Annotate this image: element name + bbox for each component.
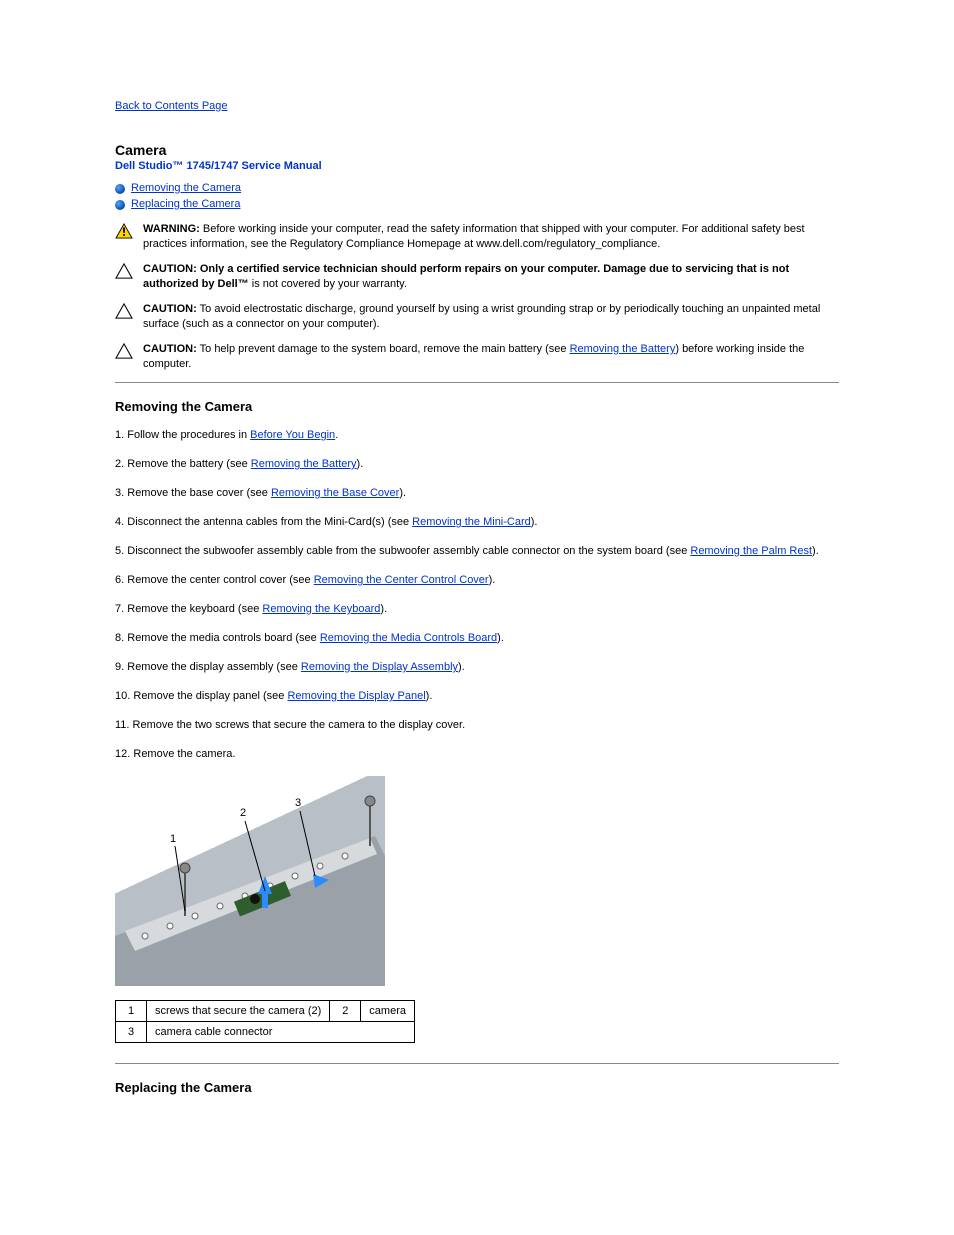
section-title-removing: Removing the Camera bbox=[115, 399, 839, 414]
caution-label: CAUTION: bbox=[143, 263, 197, 275]
step-link[interactable]: Before You Begin bbox=[250, 429, 335, 441]
step-link[interactable]: Removing the Display Panel bbox=[287, 690, 425, 702]
link-removing-camera[interactable]: Removing the Camera bbox=[131, 180, 241, 196]
top-anchor-list: Removing the Camera Replacing the Camera bbox=[115, 180, 839, 212]
caution-text: To avoid electrostatic discharge, ground… bbox=[143, 303, 820, 330]
table-row: 1 screws that secure the camera (2) 2 ca… bbox=[116, 1001, 415, 1022]
step-link[interactable]: Removing the Mini-Card bbox=[412, 516, 531, 528]
caution-notice: CAUTION: To help prevent damage to the s… bbox=[115, 342, 839, 372]
link-replacing-camera[interactable]: Replacing the Camera bbox=[131, 196, 240, 212]
step-link[interactable]: Removing the Center Control Cover bbox=[314, 574, 489, 586]
caution-icon bbox=[115, 303, 137, 322]
svg-text:1: 1 bbox=[170, 833, 176, 845]
step-link[interactable]: Removing the Palm Rest bbox=[690, 545, 812, 557]
callout-num: 2 bbox=[330, 1001, 361, 1022]
table-row: 3 camera cable connector bbox=[116, 1022, 415, 1043]
step: Remove the base cover (see Removing the … bbox=[115, 486, 839, 501]
warning-label: WARNING: bbox=[143, 223, 200, 235]
step: Disconnect the antenna cables from the M… bbox=[115, 515, 839, 530]
callout-desc: screws that secure the camera (2) bbox=[147, 1001, 330, 1022]
warning-text: Before working inside your computer, rea… bbox=[143, 223, 805, 250]
callout-num: 1 bbox=[116, 1001, 147, 1022]
caution-text-bold: Only a certified service technician shou… bbox=[143, 263, 789, 290]
svg-text:2: 2 bbox=[240, 807, 246, 819]
warning-icon bbox=[115, 223, 137, 242]
camera-figure: 1 2 3 bbox=[115, 776, 385, 986]
step: Remove the center control cover (see Rem… bbox=[115, 573, 839, 588]
warning-notice: WARNING: Before working inside your comp… bbox=[115, 222, 839, 252]
list-item: Replacing the Camera bbox=[115, 196, 839, 212]
step: Disconnect the subwoofer assembly cable … bbox=[115, 544, 839, 559]
section-title-replacing: Replacing the Camera bbox=[115, 1080, 839, 1095]
link-removing-battery[interactable]: Removing the Battery bbox=[570, 343, 676, 355]
caution-label: CAUTION: bbox=[143, 343, 197, 355]
svg-text:3: 3 bbox=[295, 797, 301, 809]
step: Follow the procedures in Before You Begi… bbox=[115, 428, 839, 443]
callout-desc: camera bbox=[361, 1001, 415, 1022]
step: Remove the two screws that secure the ca… bbox=[115, 718, 839, 733]
step-link[interactable]: Removing the Battery bbox=[251, 458, 357, 470]
caution-text-rest: is not covered by your warranty. bbox=[249, 278, 407, 290]
callout-table: 1 screws that secure the camera (2) 2 ca… bbox=[115, 1000, 415, 1043]
manual-title: Dell Studio™ 1745/1747 Service Manual bbox=[115, 160, 839, 172]
caution-icon bbox=[115, 343, 137, 362]
step: Remove the camera. bbox=[115, 747, 839, 762]
caution-icon bbox=[115, 263, 137, 282]
list-item: Removing the Camera bbox=[115, 180, 839, 196]
bullet-icon bbox=[115, 183, 125, 193]
steps-list: Follow the procedures in Before You Begi… bbox=[115, 428, 839, 762]
caution-text-pre: To help prevent damage to the system boa… bbox=[200, 343, 570, 355]
step-link[interactable]: Removing the Base Cover bbox=[271, 487, 399, 499]
step-link[interactable]: Removing the Display Assembly bbox=[301, 661, 458, 673]
back-to-contents-link[interactable]: Back to Contents Page bbox=[115, 100, 228, 112]
divider bbox=[115, 382, 839, 383]
step: Remove the display assembly (see Removin… bbox=[115, 660, 839, 675]
step: Remove the display panel (see Removing t… bbox=[115, 689, 839, 704]
step-link[interactable]: Removing the Media Controls Board bbox=[320, 632, 497, 644]
callout-num: 3 bbox=[116, 1022, 147, 1043]
divider bbox=[115, 1063, 839, 1064]
bullet-icon bbox=[115, 199, 125, 209]
step: Remove the battery (see Removing the Bat… bbox=[115, 457, 839, 472]
step-link[interactable]: Removing the Keyboard bbox=[262, 603, 380, 615]
callout-desc: camera cable connector bbox=[147, 1022, 415, 1043]
caution-notice: CAUTION: To avoid electrostatic discharg… bbox=[115, 302, 839, 332]
page-title: Camera bbox=[115, 142, 839, 158]
caution-label: CAUTION: bbox=[143, 303, 197, 315]
caution-notice: CAUTION: Only a certified service techni… bbox=[115, 262, 839, 292]
step: Remove the keyboard (see Removing the Ke… bbox=[115, 602, 839, 617]
step: Remove the media controls board (see Rem… bbox=[115, 631, 839, 646]
